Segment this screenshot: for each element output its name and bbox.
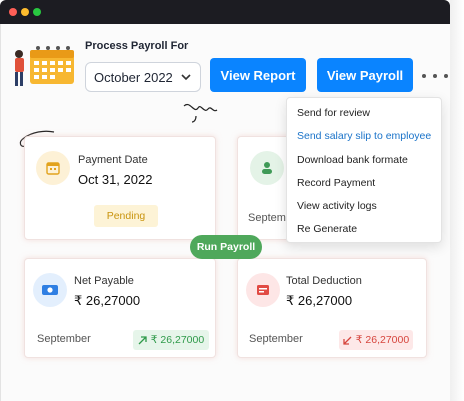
payroll-calendar-illustration [15, 46, 74, 86]
arrow-down-left-icon [343, 336, 352, 345]
money-icon [33, 273, 67, 307]
view-report-button[interactable]: View Report [210, 58, 306, 92]
arrow-up-right-icon [138, 335, 147, 344]
window-titlebar [0, 0, 450, 24]
net-payable-label: Net Payable [74, 275, 134, 287]
more-options-icon[interactable] [422, 68, 448, 84]
pending-status-badge: Pending [94, 205, 158, 227]
menu-item-re-generate[interactable]: Re Generate [297, 223, 357, 235]
minimize-window-dot[interactable] [21, 8, 29, 16]
squiggle-decoration [183, 104, 218, 123]
menu-item-send-for-review[interactable]: Send for review [297, 107, 370, 119]
menu-item-send-salary-slip[interactable]: Send salary slip to employee [297, 130, 431, 142]
process-payroll-label: Process Payroll For [85, 40, 189, 52]
payment-date-label: Payment Date [78, 154, 148, 166]
people-icon [250, 151, 284, 185]
total-deduction-card: Total Deduction ₹ 26,27000 September ₹ 2… [237, 258, 427, 358]
app-frame: Process Payroll For October 2022 View Re… [0, 0, 464, 401]
net-payable-period: September [37, 333, 91, 345]
total-deduction-label: Total Deduction [286, 275, 362, 287]
net-payable-change-badge: ₹ 26,27000 [133, 330, 209, 350]
menu-item-view-activity-logs[interactable]: View activity logs [297, 200, 377, 212]
menu-item-download-bank-format[interactable]: Download bank formate [297, 154, 408, 166]
employees-footer: Septem [248, 212, 286, 224]
chevron-down-icon [181, 74, 191, 81]
run-payroll-button[interactable]: Run Payroll [190, 235, 262, 259]
maximize-window-dot[interactable] [33, 8, 41, 16]
net-payable-change-value: ₹ 26,27000 [150, 334, 205, 346]
payment-date-card: Payment Date Oct 31, 2022 Pending [24, 136, 216, 240]
month-select[interactable]: October 2022 [85, 62, 201, 92]
menu-item-record-payment[interactable]: Record Payment [297, 177, 375, 189]
close-window-dot[interactable] [9, 8, 17, 16]
total-deduction-period: September [249, 333, 303, 345]
deduction-icon [246, 273, 280, 307]
payment-date-value: Oct 31, 2022 [78, 172, 153, 187]
net-payable-card: Net Payable ₹ 26,27000 September ₹ 26,27… [24, 258, 216, 358]
window-edge-shadow [450, 0, 464, 401]
total-deduction-change-badge: ₹ 26,27000 [339, 330, 413, 350]
total-deduction-value: ₹ 26,27000 [286, 293, 353, 308]
more-options-menu: Send for review Send salary slip to empl… [286, 97, 442, 243]
total-deduction-change-value: ₹ 26,27000 [355, 334, 410, 346]
net-payable-value: ₹ 26,27000 [74, 293, 141, 308]
calendar-icon [36, 151, 70, 185]
month-select-value: October 2022 [94, 69, 173, 85]
view-payroll-button[interactable]: View Payroll [317, 58, 413, 92]
